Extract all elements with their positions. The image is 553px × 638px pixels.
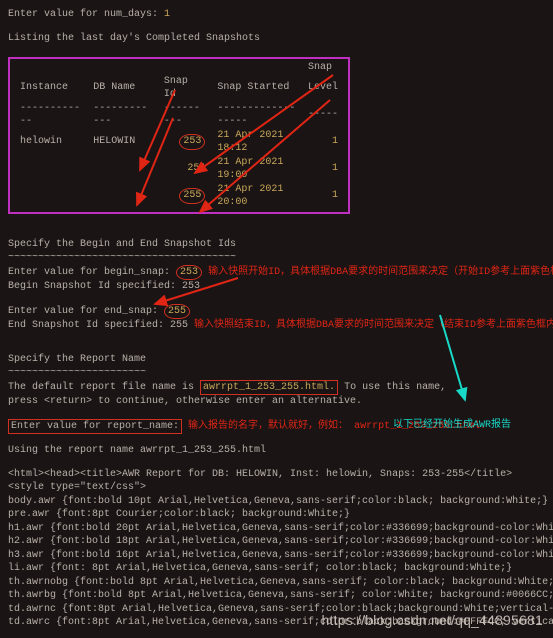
ellipse-end-val: 255 [164, 304, 190, 320]
default-name-line: The default report file name is awrrpt_1… [8, 380, 545, 396]
note-begin: 输入快照开始ID，具体根据DBA要求的时间范围来决定（开始ID参考上面紫色框内的… [208, 267, 553, 278]
note-end: 输入快照结束ID，具体根据DBA要求的时间范围来决定（结束ID参考上面紫色框内的… [194, 320, 553, 331]
html-dump: <html><head><title>AWR Report for DB: HE… [8, 468, 545, 630]
ellipse-255: 255 [179, 188, 205, 204]
listing-heading: Listing the last day's Completed Snapsho… [8, 32, 545, 46]
prompt-num-days: Enter value for num_days: 1 [8, 8, 545, 22]
report-heading: Specify the Report Name [8, 353, 545, 367]
report-rule: ~~~~~~~~~~~~~~~~~~~~~~~ [8, 366, 545, 380]
table-row: 255 21 Apr 2021 20:00 1 [14, 183, 344, 210]
watermark: https://blog.csdn.net/qq_44895681 [322, 611, 543, 630]
end-spec: End Snapshot Id specified: 255 输入快照结束ID，… [8, 319, 545, 333]
table-row: 254 21 Apr 2021 19:00 1 [14, 156, 344, 183]
prompt-report-name[interactable]: Enter value for report_name: 输入报告的名字，默认就… [8, 419, 545, 435]
note-gen: 以下已经开始生成AWR报告 [393, 419, 511, 433]
table-row: helowin HELOWIN 253 21 Apr 2021 18:12 1 [14, 129, 344, 156]
prompt-begin-snap[interactable]: Enter value for begin_snap: 253 输入快照开始ID… [8, 265, 545, 281]
snapshot-table: Snap Instance DB Name Snap Id Snap Start… [14, 61, 344, 210]
ellipse-253: 253 [179, 134, 205, 150]
spec-heading: Specify the Begin and End Snapshot Ids [8, 238, 545, 252]
begin-spec: Begin Snapshot Id specified: 253 [8, 280, 545, 294]
spec-rule: ~~~~~~~~~~~~~~~~~~~~~~~~~~~~~~~~~~~~~~ [8, 251, 545, 265]
snapshot-table-box: Snap Instance DB Name Snap Id Snap Start… [8, 57, 350, 214]
ellipse-begin-val: 253 [176, 265, 202, 281]
default-name-box: awrrpt_1_253_255.html. [200, 380, 338, 396]
using-line: Using the report name awrrpt_1_253_255.h… [8, 444, 545, 458]
press-line: press <return> to continue, otherwise en… [8, 395, 545, 409]
prompt-end-snap[interactable]: Enter value for end_snap: 255 [8, 304, 545, 320]
